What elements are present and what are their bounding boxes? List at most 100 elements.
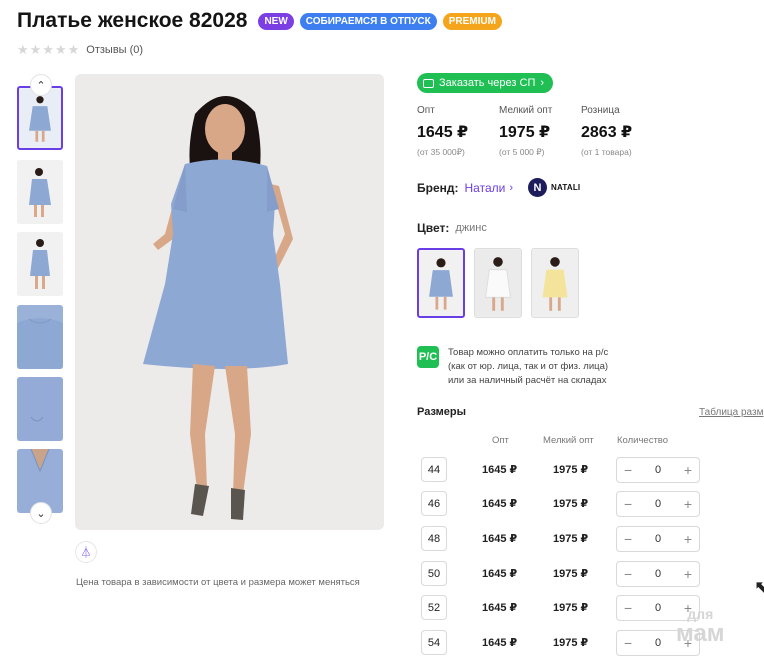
mouse-cursor-icon: ⬉ bbox=[754, 577, 764, 597]
thumbnails-down-button[interactable]: ⌄ bbox=[30, 502, 52, 524]
order-sp-button[interactable]: Заказать через СП › bbox=[417, 73, 554, 93]
minus-icon[interactable]: − bbox=[624, 635, 632, 651]
payment-line: или за наличный расчёт на складах bbox=[448, 375, 607, 386]
thumbnail-4[interactable] bbox=[17, 305, 63, 369]
chevron-right-icon: › bbox=[509, 181, 513, 194]
plus-icon[interactable]: + bbox=[684, 566, 692, 582]
payment-info: Р/С Товар можно оплатить только на р/с (… bbox=[417, 346, 608, 388]
star-icon: ★ bbox=[17, 42, 29, 57]
price-small-wholesale: Мелкий опт 1975 ₽ (от 5 000 ₽) bbox=[499, 105, 581, 158]
size-table-link[interactable]: Таблица разм bbox=[699, 407, 763, 418]
chevron-right-icon: › bbox=[540, 77, 545, 89]
hanger-icon[interactable]: ⏃ bbox=[75, 541, 97, 563]
color-value: джинс bbox=[455, 222, 487, 234]
star-icon: ★ bbox=[54, 42, 67, 57]
sizes-header-qty: Количество bbox=[617, 435, 669, 446]
size-price-small: 1975 ₽ bbox=[553, 602, 589, 614]
sizes-header-opt: Опт bbox=[492, 435, 509, 446]
plus-icon[interactable]: + bbox=[684, 496, 692, 512]
size-price-opt: 1645 ₽ bbox=[482, 602, 518, 614]
price-value: 2863 ₽ bbox=[581, 124, 633, 141]
price-note: Цена товара в зависимости от цвета и раз… bbox=[76, 577, 360, 588]
payment-line: Товар можно оплатить только на р/с bbox=[448, 347, 609, 358]
price-wholesale: Опт 1645 ₽ (от 35 000₽) bbox=[417, 105, 499, 158]
size-price-small: 1975 ₽ bbox=[553, 637, 589, 649]
price-condition: (от 1 товара) bbox=[581, 147, 632, 157]
chevron-down-icon: ⌄ bbox=[36, 507, 46, 520]
minus-icon[interactable]: − bbox=[624, 462, 632, 478]
plus-icon[interactable]: + bbox=[684, 462, 692, 478]
minus-icon[interactable]: − bbox=[624, 566, 632, 582]
size-price-opt: 1645 ₽ bbox=[482, 498, 518, 510]
sizes-header-small: Мелкий опт bbox=[543, 435, 594, 446]
color-swatch-denim[interactable] bbox=[417, 248, 465, 318]
thumbnail-5[interactable] bbox=[17, 377, 63, 441]
size-row: 50 1645 ₽ 1975 ₽ − 0 + bbox=[421, 561, 741, 587]
quantity-stepper: − 0 + bbox=[616, 526, 700, 552]
brand-logo-icon[interactable]: N bbox=[528, 178, 547, 197]
quantity-value[interactable]: 0 bbox=[655, 464, 661, 476]
color-swatch-yellow[interactable] bbox=[531, 248, 579, 318]
size-price-opt: 1645 ₽ bbox=[482, 533, 518, 545]
color-label: Цвет: bbox=[417, 221, 450, 235]
main-product-photo[interactable] bbox=[75, 74, 384, 530]
quantity-value[interactable]: 0 bbox=[655, 602, 661, 614]
size-row: 44 1645 ₽ 1975 ₽ − 0 + bbox=[421, 457, 741, 483]
quantity-value[interactable]: 0 bbox=[655, 533, 661, 545]
star-icon: ★ bbox=[42, 42, 54, 57]
minus-icon[interactable]: − bbox=[624, 600, 632, 616]
quantity-stepper: − 0 + bbox=[616, 457, 700, 483]
badge-vacation[interactable]: СОБИРАЕМСЯ В ОТПУСК bbox=[299, 12, 437, 30]
quantity-value[interactable]: 0 bbox=[655, 637, 661, 649]
product-title: Платье женское 82028 bbox=[17, 9, 248, 32]
size-price-opt: 1645 ₽ bbox=[482, 464, 518, 476]
quantity-value[interactable]: 0 bbox=[655, 498, 661, 510]
sizes-title: Размеры bbox=[417, 406, 467, 418]
watermark-bottom: мам bbox=[676, 620, 725, 647]
star-icon: ★ bbox=[29, 42, 42, 57]
size-label: 52 bbox=[421, 595, 447, 620]
price-retail: Розница 2863 ₽ (от 1 товара) bbox=[581, 105, 663, 158]
price-label: Мелкий опт bbox=[499, 105, 553, 116]
order-sp-label: Заказать через СП bbox=[439, 77, 536, 89]
price-value: 1645 ₽ bbox=[417, 124, 469, 141]
thumbnail-3[interactable] bbox=[17, 232, 63, 296]
size-price-opt: 1645 ₽ bbox=[482, 637, 518, 649]
size-price-small: 1975 ₽ bbox=[553, 568, 589, 580]
size-price-small: 1975 ₽ bbox=[553, 498, 589, 510]
price-value: 1975 ₽ bbox=[499, 124, 551, 141]
size-price-small: 1975 ₽ bbox=[553, 533, 589, 545]
star-icon: ★ bbox=[67, 42, 80, 57]
title-row: Платье женское 82028 NEW СОБИРАЕМСЯ В ОТ… bbox=[17, 9, 502, 33]
badge-new[interactable]: NEW bbox=[258, 12, 294, 30]
quantity-value[interactable]: 0 bbox=[655, 568, 661, 580]
watermark: для мам bbox=[676, 604, 725, 647]
brand-link[interactable]: Натали bbox=[465, 181, 506, 195]
reviews-link[interactable]: Отзывы (0) bbox=[86, 44, 143, 56]
price-condition: (от 5 000 ₽) bbox=[499, 147, 545, 157]
color-row: Цвет: джинс bbox=[417, 221, 487, 235]
price-condition: (от 35 000₽) bbox=[417, 147, 465, 157]
price-label: Розница bbox=[581, 105, 620, 116]
invoice-payment-icon: Р/С bbox=[417, 346, 439, 368]
minus-icon[interactable]: − bbox=[624, 496, 632, 512]
plus-icon[interactable]: + bbox=[684, 531, 692, 547]
size-price-opt: 1645 ₽ bbox=[482, 568, 518, 580]
badge-premium[interactable]: PREMIUM bbox=[442, 12, 502, 30]
size-label: 44 bbox=[421, 457, 447, 482]
size-label: 50 bbox=[421, 561, 447, 586]
color-swatch-white[interactable] bbox=[474, 248, 522, 318]
color-swatches bbox=[417, 248, 579, 318]
size-label: 46 bbox=[421, 491, 447, 516]
size-row: 48 1645 ₽ 1975 ₽ − 0 + bbox=[421, 526, 741, 552]
brand-label: Бренд: bbox=[417, 180, 459, 195]
payment-line: (как от юр. лица, так и от физ. лица) bbox=[448, 361, 609, 372]
thumbnail-2[interactable] bbox=[17, 160, 63, 224]
price-block: Опт 1645 ₽ (от 35 000₽) Мелкий опт 1975 … bbox=[417, 105, 663, 158]
brand-row: Бренд: Натали › N NATALI bbox=[417, 178, 580, 197]
thumbnails-up-button[interactable]: ⌃ bbox=[30, 74, 52, 96]
price-label: Опт bbox=[417, 105, 435, 116]
payment-text: Товар можно оплатить только на р/с (как … bbox=[448, 346, 608, 388]
quantity-stepper: − 0 + bbox=[616, 491, 700, 517]
minus-icon[interactable]: − bbox=[624, 531, 632, 547]
